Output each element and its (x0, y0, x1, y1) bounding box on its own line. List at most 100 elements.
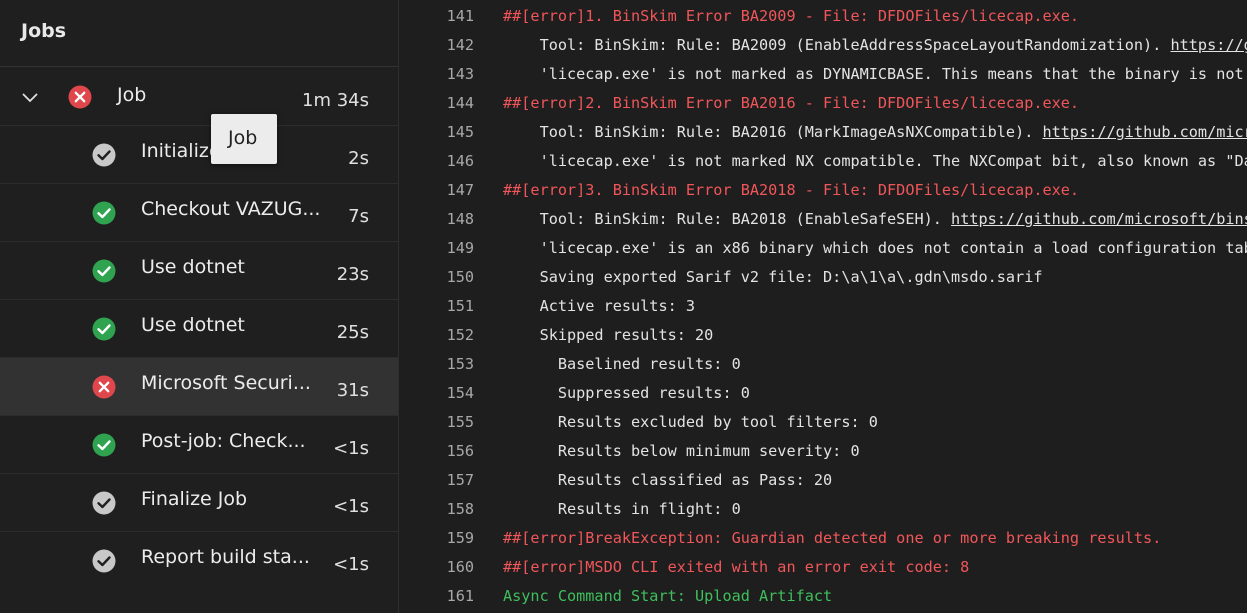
check-icon (92, 433, 116, 461)
check-icon (92, 259, 116, 287)
log-line: 157 Results classified as Pass: 20 (399, 471, 1247, 500)
line-content: ##[error]2. BinSkim Error BA2016 - File:… (503, 94, 1080, 112)
line-text: 'licecap.exe' is not marked NX compatibl… (503, 152, 1247, 170)
step-duration: 2s (348, 148, 369, 169)
check-icon (92, 201, 116, 229)
line-number: 146 (446, 152, 474, 170)
line-number: 148 (446, 210, 474, 228)
line-content: 'licecap.exe' is not marked NX compatibl… (539, 152, 1247, 170)
log-line: 152 Skipped results: 20 (399, 326, 1247, 355)
step-label: Microsoft Securi... (141, 372, 311, 394)
tooltip-text: Job (228, 127, 258, 149)
log-line: 142 Tool: BinSkim: Rule: BA2009 (EnableA… (399, 36, 1247, 65)
line-number: 142 (446, 36, 474, 54)
check-icon (92, 317, 116, 345)
line-text: 'licecap.exe' is an x86 binary which doe… (503, 239, 1247, 257)
line-content: Results classified as Pass: 20 (503, 471, 833, 489)
line-text: Tool: BinSkim: Rule: BA2009 (EnableAddre… (503, 36, 1247, 54)
step-label: Use dotnet (141, 314, 245, 336)
log-line: 154 Suppressed results: 0 (399, 384, 1247, 413)
step-row[interactable]: Use dotnet 25s (0, 299, 398, 357)
line-content: Suppressed results: 0 (503, 384, 750, 402)
step-row[interactable]: Microsoft Securi... 31s (0, 357, 398, 415)
log-line: 150 Saving exported Sarif v2 file: D:\a\… (399, 268, 1247, 297)
check-gray-icon (92, 549, 116, 577)
line-text: Suppressed results: 0 (503, 384, 750, 402)
log-line: 160 ##[error]MSDO CLI exited with an erro… (399, 558, 1247, 587)
line-text: Active results: 3 (503, 297, 695, 315)
line-content: ##[error]3. BinSkim Error BA2018 - File:… (503, 181, 1080, 199)
log-line: 143 'licecap.exe' is not marked as DYNAM… (399, 65, 1247, 94)
line-content: Tool: BinSkim: Rule: BA2009 (EnableAddre… (503, 36, 1171, 54)
line-content: ##[error]MSDO CLI exited with an error e… (503, 558, 970, 576)
line-content: Tool: BinSkim: Rule: BA2016 (MarkImageAs… (503, 123, 1043, 141)
step-row[interactable]: Finalize Job <1s (0, 473, 398, 531)
log-line: 148 Tool: BinSkim: Rule: BA2018 (EnableS… (399, 210, 1247, 239)
step-row[interactable]: Post-job: Check... <1s (0, 415, 398, 473)
line-number: 150 (446, 268, 474, 286)
line-content: 'licecap.exe' is an x86 binary which doe… (503, 239, 1247, 257)
step-row[interactable]: Initialize job 2s (0, 125, 398, 183)
log-line: 149 'licecap.exe' is an x86 binary which… (399, 239, 1247, 268)
step-duration: 23s (336, 264, 369, 285)
rule-doc-link[interactable]: https://github.com/microsoft/binskim/blo… (1042, 123, 1247, 141)
line-number: 153 (446, 355, 474, 373)
log-line: 147 ##[error]3. BinSkim Error BA2018 - Fi… (399, 181, 1247, 210)
line-text: Tool: BinSkim: Rule: BA2016 (MarkImageAs… (503, 123, 1247, 141)
line-content: Tool: BinSkim: Rule: BA2018 (EnableSafeS… (503, 210, 952, 228)
line-number: 145 (446, 123, 474, 141)
log-line: 145 Tool: BinSkim: Rule: BA2016 (MarkIma… (399, 123, 1247, 152)
line-text: Results excluded by tool filters: 0 (503, 413, 878, 431)
failed-icon (92, 375, 116, 403)
job-label: Job (117, 84, 147, 106)
line-number: 141 (446, 7, 474, 25)
line-text: Async Command Start: Upload Artifact (503, 587, 832, 605)
step-duration: <1s (333, 554, 369, 575)
log-line: 141 ##[error]1. BinSkim Error BA2009 - Fi… (399, 7, 1247, 36)
step-row[interactable]: Use dotnet 23s (0, 241, 398, 299)
line-text: Tool: BinSkim: Rule: BA2018 (EnableSafeS… (503, 210, 1247, 228)
step-row[interactable]: Checkout VAZUG... 7s (0, 183, 398, 241)
line-content: Skipped results: 20 (503, 326, 714, 344)
log-line: 153 Baselined results: 0 (399, 355, 1247, 384)
rule-doc-link[interactable]: https://github.com/microsoft/binskim/blo… (951, 210, 1247, 228)
step-duration: <1s (333, 438, 369, 459)
line-text: ##[error]2. BinSkim Error BA2016 - File:… (503, 94, 1079, 112)
line-number: 151 (446, 297, 474, 315)
line-text: ##[error]BreakException: Guardian detect… (503, 529, 1161, 547)
step-duration: 25s (336, 322, 369, 343)
tooltip: Job (211, 114, 277, 164)
line-text: Saving exported Sarif v2 file: D:\a\1\a\… (503, 268, 1043, 286)
check-gray-icon (92, 491, 116, 519)
line-number: 144 (446, 94, 474, 112)
line-content: ##[error]BreakException: Guardian detect… (503, 529, 1162, 547)
log-viewer[interactable]: 140 Policy: microsoft141 ##[error]1. BinS… (399, 0, 1247, 613)
job-duration: 1m 34s (302, 90, 369, 111)
log-line: 140 Policy: microsoft (399, 0, 1247, 7)
job-row[interactable]: Job 1m 34s (0, 68, 398, 125)
line-text: Results below minimum severity: 0 (503, 442, 860, 460)
line-text: 'licecap.exe' is not marked as DYNAMICBA… (503, 65, 1247, 83)
chevron-down-icon[interactable] (21, 88, 39, 106)
line-content: 'licecap.exe' is not marked as DYNAMICBA… (539, 65, 1244, 83)
line-number: 143 (446, 65, 474, 83)
step-label: Finalize Job (141, 488, 248, 510)
log-line: 161 Async Command Start: Upload Artifact (399, 587, 1247, 613)
log-line: 146 'licecap.exe' is not marked NX compa… (399, 152, 1247, 181)
line-text: Results classified as Pass: 20 (503, 471, 832, 489)
job-failed-icon (68, 85, 92, 113)
line-number: 161 (446, 587, 474, 605)
rule-doc-link[interactable]: https://github.com/microsoft/binskim/blo… (1171, 36, 1247, 54)
jobs-sidebar: Jobs Job 1m 34s Initialize job 2s Checkout… (0, 0, 399, 613)
step-duration: 31s (336, 380, 369, 401)
line-content: Results in flight: 0 (503, 500, 741, 518)
step-duration: 7s (348, 206, 369, 227)
log-line: 151 Active results: 3 (399, 297, 1247, 326)
step-duration: <1s (333, 496, 369, 517)
step-row[interactable]: Report build sta... <1s (0, 531, 398, 589)
line-number: 147 (446, 181, 474, 199)
line-text: Baselined results: 0 (503, 355, 741, 373)
step-label: Post-job: Check... (141, 430, 306, 452)
log-line: 159 ##[error]BreakException: Guardian det… (399, 529, 1247, 558)
line-text: ##[error]3. BinSkim Error BA2018 - File:… (503, 181, 1079, 199)
